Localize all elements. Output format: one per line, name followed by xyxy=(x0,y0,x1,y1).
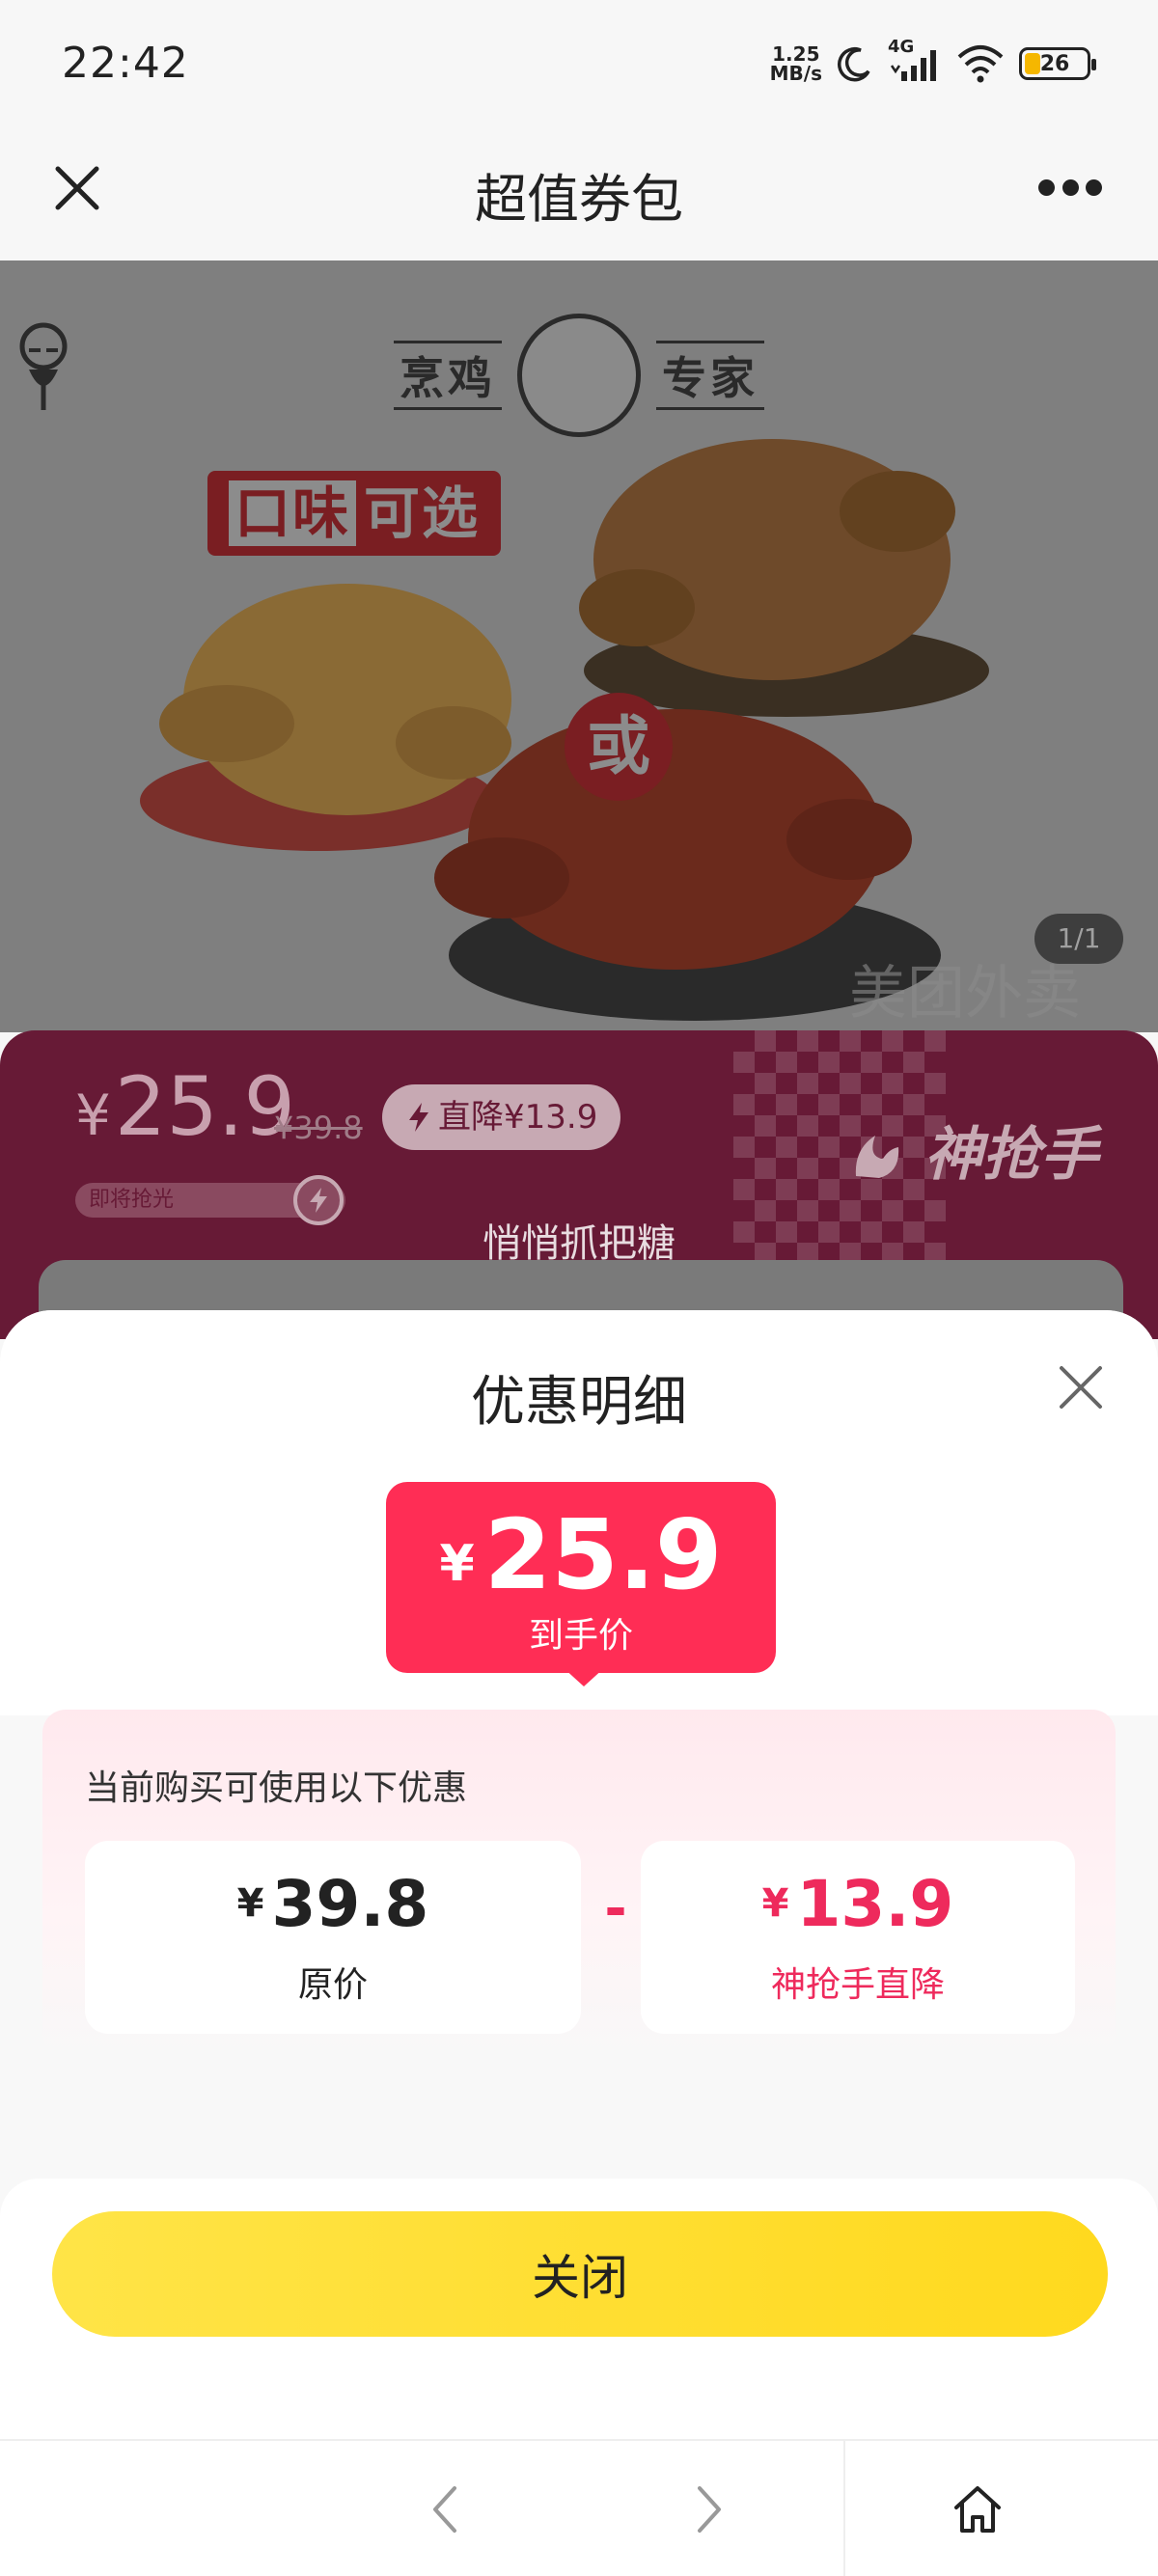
sheet-action-area: 关闭 xyxy=(0,2179,1158,2439)
network-speed: 1.25 MB/s xyxy=(770,44,822,83)
network-speed-value: 1.25 xyxy=(772,42,820,66)
signal-icon xyxy=(890,50,936,81)
breakdown-caption: 当前购买可使用以下优惠 xyxy=(85,1768,468,1808)
stock-bar-label: 即将抢光 xyxy=(89,1188,175,1212)
close-button[interactable]: 关闭 xyxy=(52,2211,1108,2337)
banner-currency: ¥ xyxy=(75,1082,111,1148)
brand-logo: 烹鸡 专家 xyxy=(0,314,1158,437)
brand-label-text: 神抢手 xyxy=(924,1121,1098,1189)
final-price-box: ¥25.9 到手价 xyxy=(386,1482,776,1673)
discount-label: 神抢手直降 xyxy=(770,1965,945,2005)
forward-arrow-icon xyxy=(698,2486,721,2533)
price-banner: ¥25.9 ¥39.8 直降¥13.9 即将抢光 神抢手 悄悄抓把糖 xyxy=(0,1030,1158,1339)
battery-fill xyxy=(1025,53,1040,74)
flavor-tag-b: 可选 xyxy=(364,480,481,546)
status-icons: 1.25 MB/s 4G 26 xyxy=(770,35,1096,93)
original-price-label: 原价 xyxy=(297,1965,368,2005)
discount-card: ¥13.9 神抢手直降 xyxy=(641,1841,1075,2034)
page-title: 超值券包 xyxy=(475,169,683,230)
banner-original-price: ¥39.8 xyxy=(274,1110,363,1146)
forward-button[interactable] xyxy=(676,2476,743,2543)
status-bar: 22:42 1.25 MB/s 4G 26 xyxy=(0,0,1158,135)
lightning-icon xyxy=(409,1103,428,1132)
discount-value: 13.9 xyxy=(796,1867,954,1941)
banner-price-value: 25.9 xyxy=(114,1059,295,1154)
original-price-amount: ¥39.8 xyxy=(85,1866,581,1942)
more-dot xyxy=(1038,178,1055,196)
battery-level: 26 xyxy=(1039,51,1070,76)
pointer-arrow xyxy=(563,1667,605,1686)
logo-text-left: 烹鸡 xyxy=(394,341,502,410)
flavor-tag: 口味 可选 xyxy=(207,471,502,556)
final-price: ¥25.9 xyxy=(386,1499,776,1620)
product-image[interactable]: 美团外卖 烹鸡 专家 口味 可选 或 1/1 xyxy=(0,260,1158,1032)
nav-bar: 超值券包 xyxy=(0,135,1158,260)
discount-amount: ¥13.9 xyxy=(641,1866,1075,1942)
brand-flame-icon xyxy=(855,1136,899,1178)
moon-icon xyxy=(838,46,870,82)
status-time: 22:42 xyxy=(62,39,189,88)
flavor-tag-a: 口味 xyxy=(229,480,357,546)
colonel-logo-icon xyxy=(19,314,641,437)
cellular: 4G xyxy=(888,37,942,85)
banner-price: ¥25.9 xyxy=(75,1059,295,1154)
final-price-label: 到手价 xyxy=(528,1616,633,1656)
back-arrow-icon xyxy=(433,2486,456,2533)
final-price-value: 25.9 xyxy=(483,1498,723,1611)
home-button[interactable] xyxy=(944,2476,1011,2543)
price-drop-badge: 直降¥13.9 xyxy=(382,1084,621,1150)
logo-text-right: 专家 xyxy=(656,341,764,410)
battery-icon: 26 xyxy=(1019,47,1096,80)
close-icon[interactable] xyxy=(1054,1360,1108,1414)
brand-label: 神抢手 xyxy=(850,1108,1098,1192)
original-currency: ¥ xyxy=(236,1881,264,1926)
browser-toolbar xyxy=(0,2439,1158,2576)
sheet-title: 优惠明细 xyxy=(471,1371,687,1434)
minus-sign: - xyxy=(604,1877,627,1940)
price-drop-label: 直降¥13.9 xyxy=(438,1098,598,1137)
home-icon xyxy=(954,2486,1001,2533)
original-price-card: ¥39.8 原价 xyxy=(85,1841,581,2034)
original-price-value: 39.8 xyxy=(271,1867,429,1941)
more-dot xyxy=(1086,178,1102,196)
wifi-icon xyxy=(957,45,1004,83)
more-icon[interactable] xyxy=(1038,174,1102,201)
discount-currency: ¥ xyxy=(761,1881,789,1926)
network-speed-unit: MB/s xyxy=(769,62,822,85)
toolbar-divider xyxy=(843,2441,845,2576)
back-button[interactable] xyxy=(411,2476,479,2543)
discount-breakdown-panel: 当前购买可使用以下优惠 ¥39.8 原价 - ¥13.9 神抢手直降 xyxy=(42,1710,1116,2057)
final-currency: ¥ xyxy=(439,1535,475,1593)
or-badge: 或 xyxy=(565,693,673,801)
more-dot xyxy=(1062,178,1079,196)
svg-text:美团外卖: 美团外卖 xyxy=(849,961,1081,1026)
image-page-indicator: 1/1 xyxy=(1034,914,1123,964)
discount-detail-sheet: 优惠明细 ¥25.9 到手价 当前购买可使用以下优惠 ¥39.8 原价 - ¥1… xyxy=(0,1310,1158,2439)
